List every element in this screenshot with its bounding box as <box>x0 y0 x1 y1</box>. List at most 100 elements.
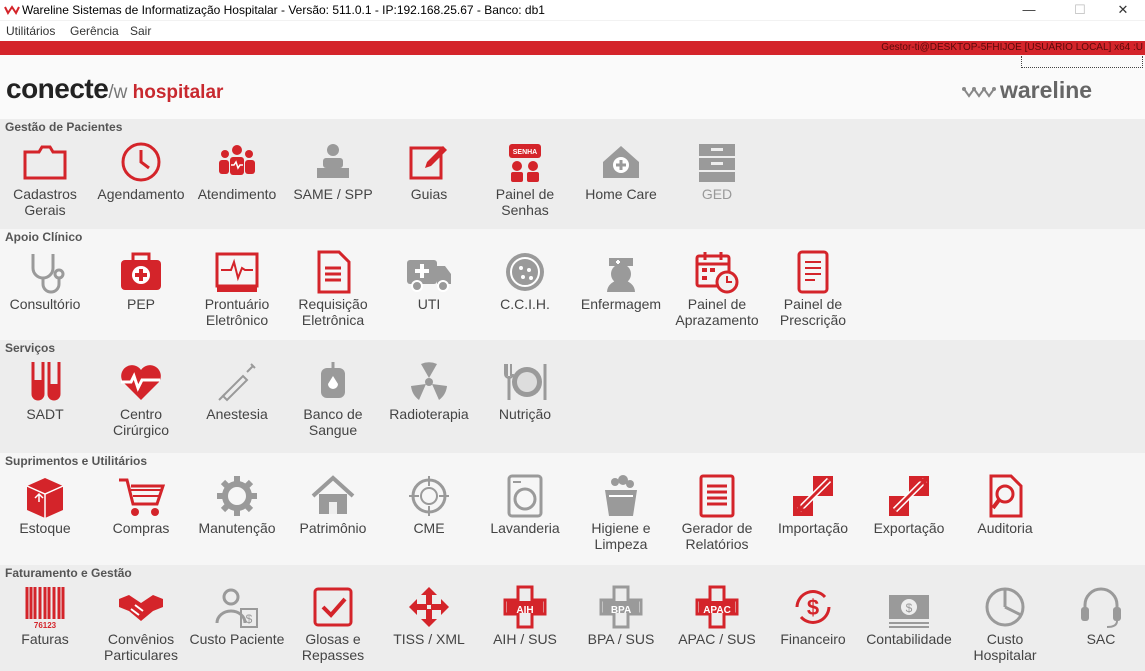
maximize-button[interactable]: ☐ <box>1057 0 1103 20</box>
module-plate[interactable]: Nutrição <box>477 358 573 422</box>
ambulance-icon <box>405 248 453 296</box>
module-report[interactable]: Gerador de Relatórios <box>669 472 765 552</box>
module-label: Custo Paciente <box>189 631 285 647</box>
wareline-app-icon <box>4 5 20 15</box>
module-washer[interactable]: Lavanderia <box>477 472 573 536</box>
module-calendar-clock[interactable]: Painel de Aprazamento <box>669 248 765 328</box>
module-clock[interactable]: Agendamento <box>93 138 189 202</box>
module-blood-bag[interactable]: Banco de Sangue <box>285 358 381 438</box>
heartbeat-icon <box>117 358 165 406</box>
prescription-icon <box>789 248 837 296</box>
module-radiation[interactable]: Radioterapia <box>381 358 477 422</box>
module-label: TISS / XML <box>393 631 465 647</box>
blood-bag-icon <box>309 358 357 406</box>
module-reader[interactable]: SAME / SPP <box>285 138 381 202</box>
module-senha-panel[interactable]: SENHA Painel de Senhas <box>477 138 573 218</box>
menu-gerencia[interactable]: Gerência <box>70 21 119 41</box>
calendar-clock-icon <box>693 248 741 296</box>
module-label: Requisição Eletrônica <box>298 296 368 328</box>
module-edit[interactable]: Guias <box>381 138 477 202</box>
module-label: Anestesia <box>206 406 268 422</box>
section-title: Faturamento e Gestão <box>5 566 132 580</box>
folder-icon <box>21 138 69 186</box>
checkbox-icon <box>309 583 357 631</box>
module-label: Cadastros Gerais <box>13 186 77 218</box>
module-monitor-ecg[interactable]: Prontuário Eletrônico <box>189 248 285 328</box>
module-test-tubes[interactable]: SADT <box>0 358 93 422</box>
close-button[interactable]: ✕ <box>1100 0 1145 20</box>
module-label: Gerador de Relatórios <box>681 520 753 552</box>
archive-icon <box>693 138 741 186</box>
module-label: APAC / SUS <box>678 631 756 647</box>
radiation-icon <box>405 358 453 406</box>
module-people[interactable]: Atendimento <box>189 138 285 202</box>
status-strip: Gestor-ti@DESKTOP-5FHIJOE [USUÁRIO LOCAL… <box>0 41 1145 55</box>
module-label: Exportação <box>873 520 945 536</box>
logo-part-2: /w <box>108 82 128 103</box>
module-aih[interactable]: AIH AIH / SUS <box>477 583 573 647</box>
wareline-wave-icon <box>962 86 996 98</box>
module-audit[interactable]: Auditoria <box>957 472 1053 536</box>
nurse-icon <box>597 248 645 296</box>
module-cash[interactable]: $ Contabilidade <box>861 583 957 647</box>
menu-sair[interactable]: Sair <box>130 21 151 41</box>
module-apac[interactable]: APAC APAC / SUS <box>669 583 765 647</box>
module-folder[interactable]: Cadastros Gerais <box>0 138 93 218</box>
module-label: Guias <box>410 186 448 202</box>
module-heartbeat[interactable]: Centro Cirúrgico <box>93 358 189 438</box>
module-box[interactable]: Estoque <box>0 472 93 536</box>
minimize-button[interactable]: — <box>1006 0 1052 20</box>
module-export[interactable]: Exportação <box>861 472 957 536</box>
pie-icon <box>981 583 1029 631</box>
svg-text:$: $ <box>246 612 253 626</box>
module-barcode[interactable]: 76123 Faturas <box>0 583 93 647</box>
module-document[interactable]: Requisição Eletrônica <box>285 248 381 328</box>
module-label: Banco de Sangue <box>303 406 363 438</box>
module-patient-cost[interactable]: $ Custo Paciente <box>189 583 285 647</box>
module-house[interactable]: Patrimônio <box>285 472 381 536</box>
module-label: C.C.I.H. <box>500 296 550 312</box>
module-pie[interactable]: Custo Hospitalar <box>957 583 1053 663</box>
aih-icon: AIH <box>501 583 549 631</box>
module-bpa[interactable]: BPA BPA / SUS <box>573 583 669 647</box>
module-bucket[interactable]: Higiene e Limpeza <box>573 472 669 552</box>
module-import[interactable]: Importação <box>765 472 861 536</box>
syringe-icon <box>213 358 261 406</box>
svg-text:SENHA: SENHA <box>513 149 538 156</box>
module-archive[interactable]: GED <box>669 138 765 202</box>
bpa-icon: BPA <box>597 583 645 631</box>
module-handshake[interactable]: Convênios Particulares <box>93 583 189 663</box>
module-target[interactable]: CME <box>381 472 477 536</box>
module-label: Painel de Senhas <box>495 186 555 218</box>
module-cart[interactable]: Compras <box>93 472 189 536</box>
house-icon <box>309 472 357 520</box>
section-title: Gestão de Pacientes <box>5 120 123 134</box>
user-info: Gestor-ti@DESKTOP-5FHIJOE [USUÁRIO LOCAL… <box>881 42 1143 53</box>
module-label: Glosas e Repasses <box>301 631 365 663</box>
module-dollar-cycle[interactable]: $ Financeiro <box>765 583 861 647</box>
import-icon <box>789 472 837 520</box>
module-label: SADT <box>26 406 64 422</box>
module-medkit[interactable]: PEP <box>93 248 189 312</box>
module-label: Painel de Aprazamento <box>675 296 759 328</box>
module-stethoscope[interactable]: Consultório <box>0 248 93 312</box>
module-tiss[interactable]: TISS / XML <box>381 583 477 647</box>
module-nurse[interactable]: Enfermagem <box>573 248 669 312</box>
patient-cost-icon: $ <box>213 583 261 631</box>
module-label: Home Care <box>585 186 657 202</box>
module-checkbox[interactable]: Glosas e Repasses <box>285 583 381 663</box>
brand-name: wareline <box>1000 77 1093 103</box>
module-headset[interactable]: SAC <box>1053 583 1145 647</box>
menu-utilitarios[interactable]: Utilitários <box>6 21 55 41</box>
module-label: Agendamento <box>97 186 185 202</box>
document-icon <box>309 248 357 296</box>
module-home-care[interactable]: Home Care <box>573 138 669 202</box>
module-label: Compras <box>112 520 170 536</box>
module-petri-dish[interactable]: C.C.I.H. <box>477 248 573 312</box>
module-gear[interactable]: Manutenção <box>189 472 285 536</box>
module-syringe[interactable]: Anestesia <box>189 358 285 422</box>
module-label: BPA / SUS <box>587 631 655 647</box>
module-prescription[interactable]: Painel de Prescrição <box>765 248 861 328</box>
petri-dish-icon <box>501 248 549 296</box>
module-ambulance[interactable]: UTI <box>381 248 477 312</box>
